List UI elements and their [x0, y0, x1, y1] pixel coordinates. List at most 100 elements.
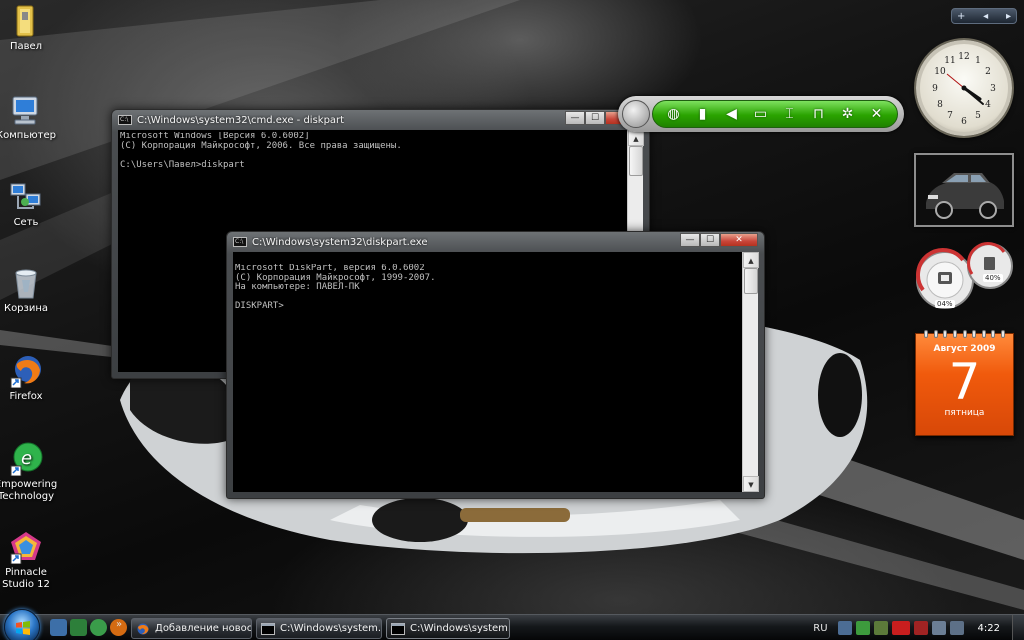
network-icon — [9, 180, 43, 214]
scroll-up-arrow[interactable]: ▲ — [743, 252, 759, 268]
desktop-icon-recycle-bin[interactable]: Корзина — [0, 266, 61, 315]
desktop-icon-firefox[interactable]: Firefox — [0, 354, 61, 403]
close-icon[interactable]: ✕ — [866, 106, 888, 122]
user-folder-icon — [9, 4, 43, 38]
diskpart-window[interactable]: C:\ C:\Windows\system32\diskpart.exe — ☐… — [226, 231, 765, 499]
network-tray-icon[interactable] — [855, 621, 870, 635]
show-desktop-button[interactable] — [1012, 615, 1024, 640]
diskpart-vertical-scrollbar[interactable]: ▲ ▼ — [742, 252, 759, 492]
speaker-icon[interactable]: ◀ — [721, 106, 743, 122]
add-gadget-button[interactable]: + — [957, 11, 965, 22]
minimize-button[interactable]: — — [680, 233, 700, 247]
taskbar-button-label: Добавление новос... — [155, 623, 252, 634]
diskpart-console-output: Microsoft DiskPart, версия 6.0.6002 (С) … — [235, 264, 436, 311]
cmd-window-titlebar[interactable]: C:\ C:\Windows\system32\cmd.exe - diskpa… — [118, 110, 643, 130]
device-tray-icon[interactable] — [873, 621, 888, 635]
svg-text:9: 9 — [932, 84, 938, 94]
calendar-weekday: пятница — [944, 408, 985, 418]
next-gadget-button[interactable]: ▸ — [1006, 11, 1011, 22]
desktop-icon-label: Firefox — [9, 391, 43, 402]
clock-second-hand — [946, 73, 965, 89]
gear-icon[interactable]: ✲ — [837, 106, 859, 122]
desktop-icon-label: Pinnacle Studio 12 — [2, 567, 50, 590]
language-indicator[interactable]: RU — [813, 623, 827, 634]
diskpart-window-titlebar[interactable]: C:\ C:\Windows\system32\diskpart.exe — ☐… — [233, 232, 758, 252]
svg-text:6: 6 — [961, 117, 967, 127]
globe-icon[interactable]: ◍ — [663, 106, 685, 122]
taskbar-clock[interactable]: 4:22 — [978, 623, 1000, 634]
memory-usage-value: 40% — [983, 274, 1003, 282]
cmd-icon — [261, 622, 275, 635]
calendar-day: 7 — [948, 353, 981, 411]
slideshow-car-image — [916, 155, 1012, 225]
svg-text:e: e — [21, 448, 32, 469]
close-button[interactable]: ✕ — [720, 233, 758, 247]
svg-text:11: 11 — [944, 56, 955, 66]
gadget-knob-icon[interactable] — [622, 100, 650, 128]
empowering-technology-icon: e — [9, 442, 43, 477]
scroll-up-arrow[interactable]: ▲ — [628, 130, 644, 146]
console-icon: C:\ — [118, 115, 132, 125]
switch-windows-icon[interactable] — [70, 619, 87, 636]
svg-text:5: 5 — [975, 111, 981, 121]
volume-tray-icon[interactable] — [949, 621, 964, 635]
svg-text:4: 4 — [985, 100, 991, 110]
battery-tray-icon[interactable] — [931, 621, 946, 635]
calendar-rings — [924, 330, 1005, 338]
computer-icon — [9, 93, 43, 127]
taskbar-button-label: C:\Windows\system... — [410, 623, 510, 634]
desktop-icon-computer[interactable]: Компьютер — [0, 93, 61, 142]
taskbar-button-firefox[interactable]: Добавление новос... — [131, 618, 252, 639]
previous-gadget-button[interactable]: ◂ — [983, 11, 988, 22]
battery-icon[interactable]: ▮ — [692, 106, 714, 122]
recycle-bin-icon — [9, 266, 43, 300]
pinnacle-studio-icon — [9, 530, 43, 565]
windows-logo-icon — [16, 621, 30, 635]
desktop-icon-user-folder[interactable]: Павел — [0, 4, 61, 53]
diskpart-window-title: C:\Windows\system32\diskpart.exe — [252, 236, 428, 248]
quick-launch-more-icon[interactable]: » — [116, 619, 122, 630]
svg-text:12: 12 — [958, 52, 969, 62]
system-control-gadget[interactable]: ◍ ▮ ◀ ▭ ⌶ ⊓ ✲ ✕ — [618, 96, 904, 132]
keyboard-tray-icon[interactable] — [837, 621, 852, 635]
usb-icon[interactable]: ⌶ — [779, 106, 801, 122]
taskbar-button-diskpart[interactable]: C:\Windows\system... — [386, 618, 510, 639]
media-player-icon[interactable] — [90, 619, 107, 636]
scroll-down-arrow[interactable]: ▼ — [743, 476, 759, 492]
clock-face: 12 1 2 3 4 5 6 7 8 9 10 11 — [932, 52, 996, 127]
desktop-icon-empowering-technology[interactable]: e Empowering Technology — [0, 442, 61, 503]
desktop-icon-pinnacle-studio[interactable]: Pinnacle Studio 12 — [0, 530, 61, 591]
cmd-icon — [391, 622, 405, 635]
svg-text:3: 3 — [990, 84, 996, 94]
ati-tray-icon[interactable] — [891, 621, 910, 635]
desktop-icon-network[interactable]: Сеть — [0, 180, 61, 229]
svg-text:10: 10 — [934, 67, 946, 77]
clock-minute-hand — [963, 87, 984, 105]
firefox-icon — [137, 623, 149, 634]
security-tray-icon[interactable] — [913, 621, 928, 635]
maximize-button[interactable]: ☐ — [585, 111, 605, 125]
cpu-usage-value: 04% — [935, 300, 955, 308]
cpu-meter-gadget[interactable]: 04% 40% — [914, 240, 1016, 312]
svg-text:2: 2 — [985, 67, 991, 77]
desktop-icon-label: Сеть — [13, 217, 39, 228]
scroll-thumb[interactable] — [629, 146, 643, 176]
lock-icon[interactable]: ⊓ — [808, 106, 830, 122]
diskpart-console-area[interactable]: Microsoft DiskPart, версия 6.0.6002 (С) … — [233, 252, 759, 492]
svg-text:7: 7 — [947, 111, 953, 121]
desktop-icon-label: Empowering Technology — [0, 479, 58, 502]
start-button[interactable] — [4, 609, 40, 640]
desktop-icon-label: Павел — [9, 41, 43, 52]
scroll-thumb[interactable] — [744, 268, 758, 294]
calendar-gadget[interactable]: Август 2009 7 пятница — [915, 330, 1014, 436]
taskbar-button-label: C:\Windows\system... — [280, 623, 382, 634]
show-desktop-icon[interactable] — [50, 619, 67, 636]
maximize-button[interactable]: ☐ — [700, 233, 720, 247]
radio-icon[interactable]: ▭ — [750, 106, 772, 122]
clock-gadget[interactable]: 12 1 2 3 4 5 6 7 8 9 10 11 — [916, 40, 1012, 136]
gadget-controls-bar: + ◂ ▸ — [951, 8, 1017, 24]
svg-text:8: 8 — [937, 100, 943, 110]
slideshow-gadget[interactable] — [914, 153, 1014, 227]
minimize-button[interactable]: — — [565, 111, 585, 125]
taskbar-button-cmd[interactable]: C:\Windows\system... — [256, 618, 382, 639]
